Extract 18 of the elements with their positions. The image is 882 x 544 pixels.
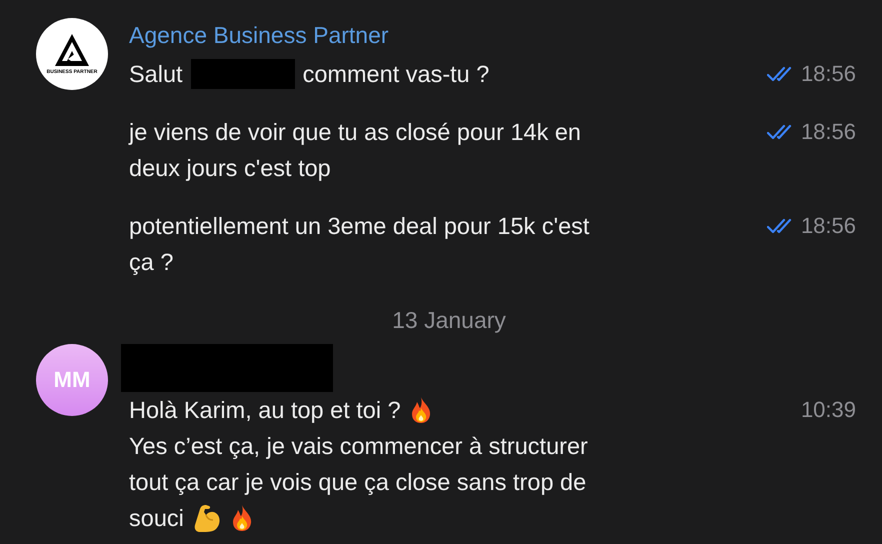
message-time: 18:56	[800, 119, 856, 145]
message-text: Yes c’est ça, je vais commencer à structurer	[129, 432, 588, 461]
message-text: comment vas-tu ?	[302, 60, 490, 89]
message-time: 18:56	[800, 61, 856, 87]
message-text: tout ça car je vois que ça close sans trop de	[129, 468, 586, 497]
message-text: je viens de voir que tu as closé pour 14k en	[129, 118, 581, 147]
sender-name: Agence Business Partner	[129, 21, 390, 50]
message-text: Salut	[129, 60, 183, 89]
message-time: 10:39	[800, 397, 856, 423]
date-separator: 13 January	[392, 307, 506, 333]
message-text: Holà Karim, au top et toi ?	[129, 396, 401, 425]
message-text: souci	[129, 504, 184, 533]
message-time: 18:56	[800, 213, 856, 239]
flexed-arm-icon	[192, 503, 222, 533]
avatar: MM	[36, 344, 108, 416]
message-text: potentiellement un 3eme deal pour 15k c'est	[129, 212, 590, 241]
message-text: deux jours c'est top	[129, 154, 331, 183]
message-text: ça ?	[129, 248, 174, 277]
